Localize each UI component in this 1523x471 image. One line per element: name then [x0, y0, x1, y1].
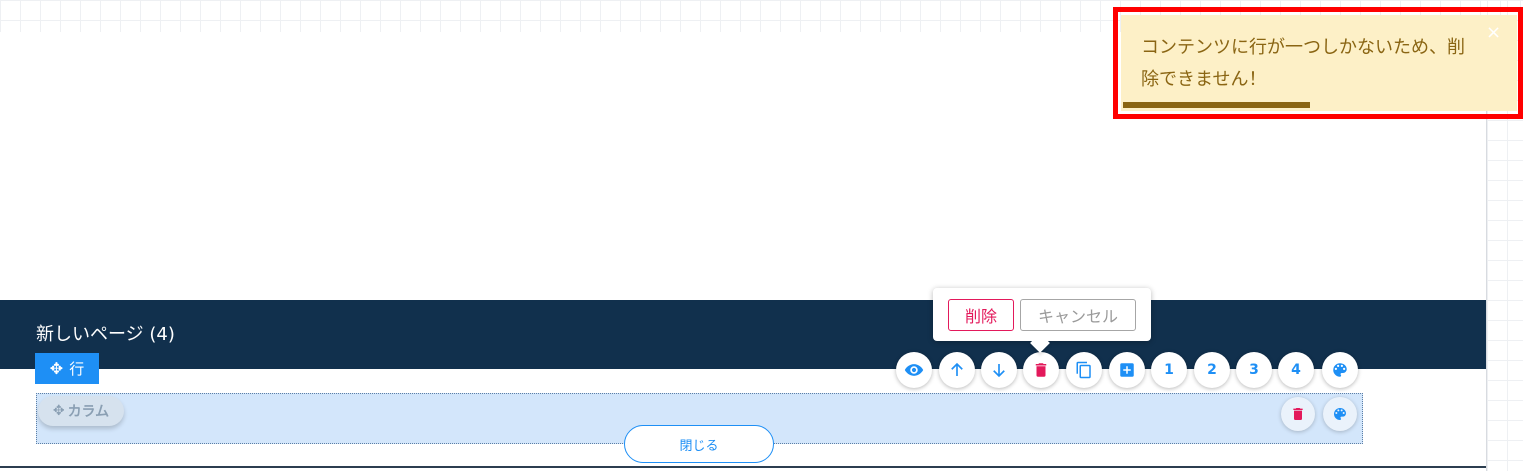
- copy-icon: [1076, 361, 1091, 379]
- add-row-button[interactable]: [1109, 352, 1145, 388]
- arrow-up-icon: [951, 362, 963, 376]
- bottom-divider: [0, 466, 1486, 468]
- columns-2-button[interactable]: 2: [1194, 352, 1230, 388]
- palette-icon: [1333, 363, 1347, 377]
- cancel-button[interactable]: キャンセル: [1020, 299, 1136, 331]
- column-handle-label: カラム: [67, 404, 110, 420]
- delete-column-button[interactable]: [1281, 397, 1315, 431]
- preview-button[interactable]: [896, 352, 932, 388]
- move-icon: ✥: [52, 403, 65, 419]
- row-style-button[interactable]: [1322, 352, 1358, 388]
- columns-4-button[interactable]: 4: [1278, 352, 1314, 388]
- page-title: 新しいページ (4): [36, 324, 175, 345]
- close-button[interactable]: 閉じる: [624, 425, 774, 463]
- trash-icon: [1293, 408, 1303, 420]
- move-down-button[interactable]: [981, 352, 1017, 388]
- confirm-delete-button[interactable]: 削除: [948, 299, 1014, 331]
- plus-box-icon: [1120, 363, 1134, 377]
- toast-close-icon[interactable]: ×: [1486, 24, 1501, 42]
- delete-row-button[interactable]: [1023, 352, 1059, 388]
- columns-1-button[interactable]: 1: [1151, 352, 1187, 388]
- row-handle-label: 行: [69, 360, 85, 378]
- column-style-button[interactable]: [1323, 397, 1357, 431]
- panel-divider: [1486, 110, 1487, 471]
- row-drag-handle[interactable]: ✥ 行: [35, 353, 99, 384]
- toast-progress-bar: [1123, 102, 1310, 108]
- move-icon: ✥: [49, 358, 64, 378]
- columns-3-button[interactable]: 3: [1236, 352, 1272, 388]
- trash-icon: [1035, 363, 1047, 377]
- move-up-button[interactable]: [939, 352, 975, 388]
- arrow-down-icon: [993, 364, 1005, 378]
- toast-message: コンテンツに行が一つしかないため、削除できません！: [1141, 37, 1465, 90]
- column-drag-handle[interactable]: ✥ カラム: [38, 396, 124, 426]
- palette-icon: [1334, 408, 1346, 420]
- duplicate-button[interactable]: [1066, 352, 1102, 388]
- eye-icon: [904, 364, 924, 376]
